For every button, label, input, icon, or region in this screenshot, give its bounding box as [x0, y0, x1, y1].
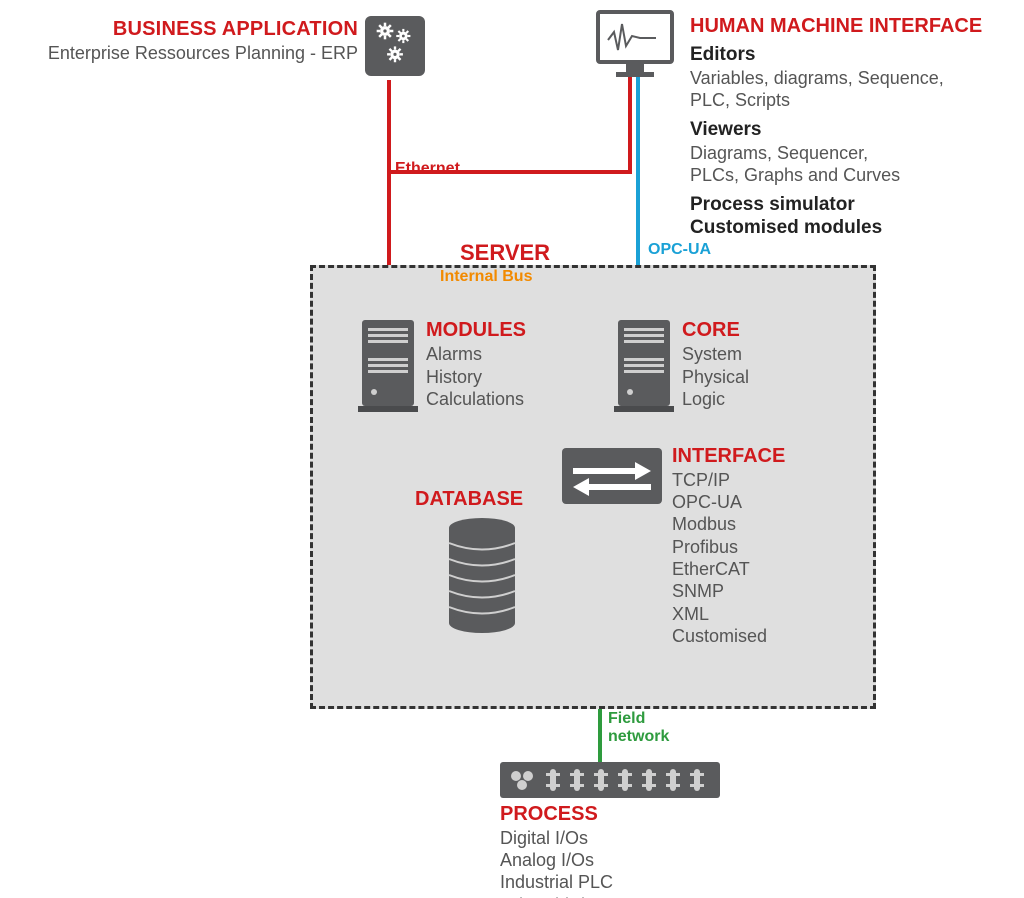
network-switch-icon [500, 762, 720, 798]
interface-l5: EtherCAT [672, 558, 785, 580]
process-l4: Other third-party components [500, 894, 734, 898]
ethernet-line [387, 80, 391, 170]
server-tower-icon [358, 320, 418, 419]
process-l3: Industrial PLC [500, 871, 734, 893]
core-title: CORE [682, 318, 749, 343]
interface-title: INTERFACE [672, 444, 785, 469]
ethernet-label: Ethernet [395, 160, 460, 178]
business-subtitle: Enterprise Ressources Planning - ERP [28, 43, 358, 64]
modules-l3: Calculations [426, 388, 526, 411]
interface-block: INTERFACE TCP/IP OPC-UA Modbus Profibus … [672, 444, 785, 647]
hmi-custom-heading: Customised modules [690, 216, 1010, 240]
field-network-label-1: Field [608, 710, 645, 728]
process-title: PROCESS [500, 802, 734, 827]
interface-l6: SNMP [672, 580, 785, 602]
monitor-icon [596, 10, 674, 85]
server-tower-icon [614, 320, 674, 419]
internal-bus-label: Internal Bus [440, 268, 532, 286]
process-l1: Digital I/Os [500, 827, 734, 849]
database-icon [447, 518, 517, 638]
core-block: CORE System Physical Logic [682, 318, 749, 411]
hmi-editors-heading: Editors [690, 43, 1010, 67]
architecture-diagram: BUSINESS APPLICATION Enterprise Ressourc… [0, 0, 1024, 898]
field-network-label-2: network [608, 728, 669, 746]
core-l1: System [682, 343, 749, 366]
process-l2: Analog I/Os [500, 849, 734, 871]
hmi-viewers-body: Diagrams, Sequencer, PLCs, Graphs and Cu… [690, 142, 1010, 187]
core-l2: Physical [682, 366, 749, 389]
interface-arrows-icon [562, 448, 662, 504]
modules-block: MODULES Alarms History Calculations [426, 318, 526, 411]
hmi-simulator-heading: Process simulator [690, 193, 1010, 217]
hmi-editors-body: Variables, diagrams, Sequence, PLC, Scri… [690, 67, 1010, 112]
gears-icon [365, 16, 425, 76]
modules-title: MODULES [426, 318, 526, 343]
modules-l2: History [426, 366, 526, 389]
interface-l3: Modbus [672, 513, 785, 535]
hmi-title: HUMAN MACHINE INTERFACE [690, 14, 1010, 39]
process-block: PROCESS Digital I/Os Analog I/Os Industr… [500, 802, 734, 898]
interface-l4: Profibus [672, 536, 785, 558]
hmi-viewers-heading: Viewers [690, 118, 1010, 142]
business-application-block: BUSINESS APPLICATION Enterprise Ressourc… [28, 18, 358, 64]
hmi-block: HUMAN MACHINE INTERFACE Editors Variable… [690, 14, 1010, 240]
interface-l2: OPC-UA [672, 491, 785, 513]
server-title: SERVER [460, 240, 550, 266]
database-title: DATABASE [415, 488, 523, 511]
interface-l7: XML [672, 603, 785, 625]
modules-l1: Alarms [426, 343, 526, 366]
interface-l1: TCP/IP [672, 469, 785, 491]
ethernet-line [628, 76, 632, 174]
business-title: BUSINESS APPLICATION [28, 18, 358, 41]
opcua-label: OPC-UA [648, 241, 711, 259]
core-l3: Logic [682, 388, 749, 411]
interface-l8: Customised [672, 625, 785, 647]
